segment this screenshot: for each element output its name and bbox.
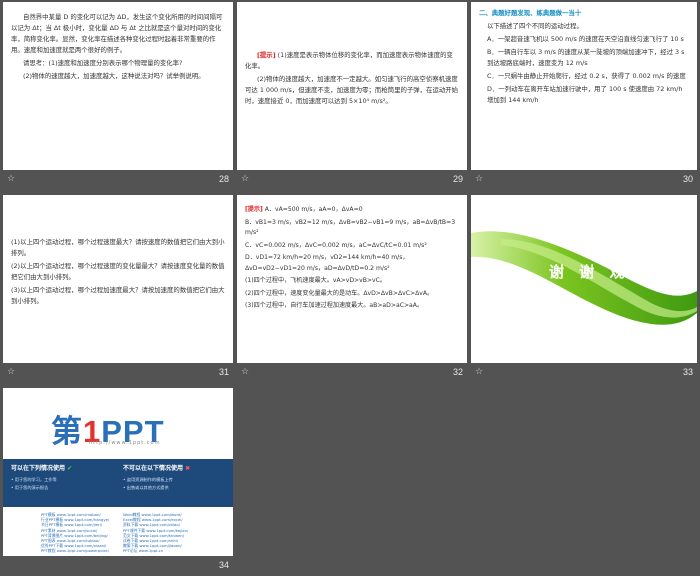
slide-34-thumbnail[interactable]: 第1PPT http://www.1ppt.com 可以在下列情况使用 ✔ • … (3, 388, 233, 556)
answer-line: (3)四个过程中，自行车加速过程加速度最大。aB>aD>aC>aA。 (245, 302, 424, 309)
links-left: PPT模板 www.1ppt.com/moban/ 行业PPT模板 www.1p… (41, 512, 109, 554)
slide-29-text: [提示] (1)速度是表示物体位移的变化率，而加速度表示物体速度的变化率。 (2… (245, 50, 459, 109)
slide-31-text: (1)以上四个运动过程，哪个过程速度最大？请按速度的数值把它们由大到小排列。 (… (11, 237, 225, 309)
slide-number: 32 (452, 367, 463, 377)
logo-text: 第 (51, 414, 83, 449)
cross-icon: ✖ (185, 465, 191, 472)
star-icon[interactable]: ☆ (7, 367, 15, 377)
slide-30-thumbnail[interactable]: 二、典题好题发现、练典题做一当十 以下描述了四个不同的运动过程。 A．一架超音速… (471, 2, 697, 170)
paragraph: [提示] (1)速度是表示物体位移的变化率，而加速度表示物体速度的变化率。 (245, 50, 459, 72)
slide-number: 34 (218, 560, 229, 570)
question: (3)以上四个运动过程，哪个过程加速度最大？请按加速度的数值把它们由大到小排列。 (11, 286, 225, 305)
slide-footer: ☆ 29 (237, 173, 467, 187)
slide-29-thumbnail[interactable]: [提示] (1)速度是表示物体位移的变化率，而加速度表示物体速度的变化率。 (2… (237, 2, 467, 170)
slide-footer: 34 (3, 559, 233, 573)
slide-33-thumbnail[interactable]: 谢 谢 观 看 (471, 195, 697, 363)
slide-number: 28 (218, 174, 229, 184)
paragraph: 自然界中某量 D 的变化可以记为 ΔD，发生这个变化所用的时间间隔可以记为 Δt… (11, 13, 223, 54)
forbidden-title: 不可以在以下情况使用 ✖ (123, 465, 191, 472)
hint-line: [提示] A．vA=500 m/s，aA=0，ΔvA=0 (245, 205, 459, 216)
slide-footer: ☆ 32 (237, 366, 467, 380)
star-icon[interactable]: ☆ (241, 367, 249, 377)
link-item[interactable]: 资料下载 www.1ppt.com/ziliao/ (123, 522, 188, 527)
logo-url[interactable]: http://www.1ppt.com (89, 440, 160, 446)
hint-line: D．vD1=72 km/h=20 m/s，vD2=144 km/h=40 m/s… (245, 254, 409, 272)
answer-line: (1)四个过程中，飞机速度最大。vA>vD>vB>vC。 (245, 277, 386, 284)
slide-29-slot: [提示] (1)速度是表示物体位移的变化率，而加速度表示物体速度的变化率。 (2… (237, 2, 467, 188)
question: (1)以上四个运动过程，哪个过程速度最大？请按速度的数值把它们由大到小排列。 (11, 238, 225, 257)
slide-33-slot: 谢 谢 观 看 ☆ 33 (471, 195, 697, 381)
option-item: B．一辆自行车以 3 m/s 的速度从某一陡坡的顶端加速冲下，经过 3 s 到达… (487, 48, 685, 67)
intro-text: 以下描述了四个不同的运动过程。 (487, 22, 583, 30)
slide-32-slot: [提示] A．vA=500 m/s，aA=0，ΔvA=0 B．vB1=3 m/s… (237, 195, 467, 381)
hint-line: B．vB1=3 m/s，vB2=12 m/s，ΔvB=vB2−vB1=9 m/s… (245, 218, 456, 237)
slide-number: 30 (682, 174, 693, 184)
paragraph: 请思考：(1)速度和加速度分别表示哪个物理量的变化率? (23, 59, 183, 67)
allowed-line: • 用于您的学习，工作等 (11, 477, 57, 482)
slide-number: 29 (452, 174, 463, 184)
star-icon[interactable]: ☆ (475, 174, 483, 184)
answer-line: (2)四个过程中，速度变化量最大的是动车。ΔvD>ΔvB>ΔvC>ΔvA。 (245, 289, 434, 297)
section-heading: 二、典题好题发现、练典题做一当十 (479, 9, 582, 17)
paragraph: (2)物体的速度越大，加速度不一定越大。如匀速飞行的高空侦察机速度可达 1 00… (245, 75, 459, 105)
link-item[interactable]: PPT论坛 www.1ppt.cn (123, 548, 188, 553)
slide-number: 33 (682, 367, 693, 377)
allowed-line: • 用于您的演示报告 (11, 485, 49, 490)
slide-32-thumbnail[interactable]: [提示] A．vA=500 m/s，aA=0，ΔvA=0 B．vB1=3 m/s… (237, 195, 467, 363)
slide-31-thumbnail[interactable]: (1)以上四个运动过程，哪个过程速度最大？请按速度的数值把它们由大到小排列。 (… (3, 195, 233, 363)
link-item[interactable]: PPT教程 www.1ppt.com/powerpoint/ (41, 548, 109, 553)
links-right: Word教程 www.1ppt.com/word/ Excel教程 www.1p… (123, 512, 188, 554)
line-text: A．vA=500 m/s，aA=0，ΔvA=0 (264, 206, 363, 213)
slide-28-text: 自然界中某量 D 的变化可以记为 ΔD，发生这个变化所用的时间间隔可以记为 Δt… (11, 12, 225, 84)
check-icon: ✔ (67, 465, 73, 472)
option-item: C．一只蜗牛由静止开始爬行，经过 0.2 s，获得了 0.002 m/s 的速度 (487, 72, 686, 80)
hint-tag: [提示] (245, 206, 263, 213)
thanks-text: 谢 谢 观 看 (549, 263, 660, 281)
slide-30-text: 二、典题好题发现、练典题做一当十 以下描述了四个不同的运动过程。 A．一架超音速… (479, 8, 689, 108)
slide-footer: ☆ 33 (471, 366, 697, 380)
slide-28-thumbnail[interactable]: 自然界中某量 D 的变化可以记为 ΔD，发生这个变化所用的时间间隔可以记为 Δt… (3, 2, 233, 170)
paragraph: (2)物体的速度越大，加速度越大，这种说法对吗？试举例说明。 (23, 72, 205, 80)
question: (2)以上四个运动过程，哪个过程速度的变化量最大？请按速度变化量的数值把它们由大… (11, 262, 225, 281)
star-icon[interactable]: ☆ (7, 174, 15, 184)
usage-banner: 可以在下列情况使用 ✔ • 用于您的学习，工作等 • 用于您的演示报告 不可以在… (3, 459, 233, 507)
hint-line: C．vC=0.002 m/s，ΔvC=0.002 m/s，aC=ΔvC/tC=0… (245, 241, 427, 249)
hint-tag: [提示] (257, 51, 276, 59)
forbidden-line: • 盗用资源制作的模板上传 (123, 477, 173, 482)
slide-32-text: [提示] A．vA=500 m/s，aA=0，ΔvA=0 B．vB1=3 m/s… (245, 205, 459, 314)
slide-footer: ☆ 30 (471, 173, 697, 187)
link-item[interactable]: 节日PPT模板 www.1ppt.com/jieri/ (41, 522, 109, 527)
slide-footer: ☆ 28 (3, 173, 233, 187)
slide-34-slot: 第1PPT http://www.1ppt.com 可以在下列情况使用 ✔ • … (3, 388, 233, 574)
star-icon[interactable]: ☆ (475, 367, 483, 377)
paragraph-text: (1)速度是表示物体位移的变化率，而加速度表示物体速度的变化率。 (245, 51, 453, 70)
slide-31-slot: (1)以上四个运动过程，哪个过程速度最大？请按速度的数值把它们由大到小排列。 (… (3, 195, 233, 381)
star-icon[interactable]: ☆ (241, 174, 249, 184)
option-item: D．一列动车在离开车站加速行驶中，用了 100 s 使速度由 72 km/h 增… (487, 85, 683, 104)
slide-30-slot: 二、典题好题发现、练典题做一当十 以下描述了四个不同的运动过程。 A．一架超音速… (471, 2, 697, 188)
allowed-title: 可以在下列情况使用 ✔ (11, 465, 73, 472)
slide-footer: ☆ 31 (3, 366, 233, 380)
slide-28-slot: 自然界中某量 D 的变化可以记为 ΔD，发生这个变化所用的时间间隔可以记为 Δt… (3, 2, 233, 188)
forbidden-line: • 出售或以其他方式提供 (123, 485, 169, 490)
option-item: A．一架超音速飞机以 500 m/s 的速度在天空沿直线匀速飞行了 10 s (487, 35, 684, 43)
slide-number: 31 (218, 367, 229, 377)
